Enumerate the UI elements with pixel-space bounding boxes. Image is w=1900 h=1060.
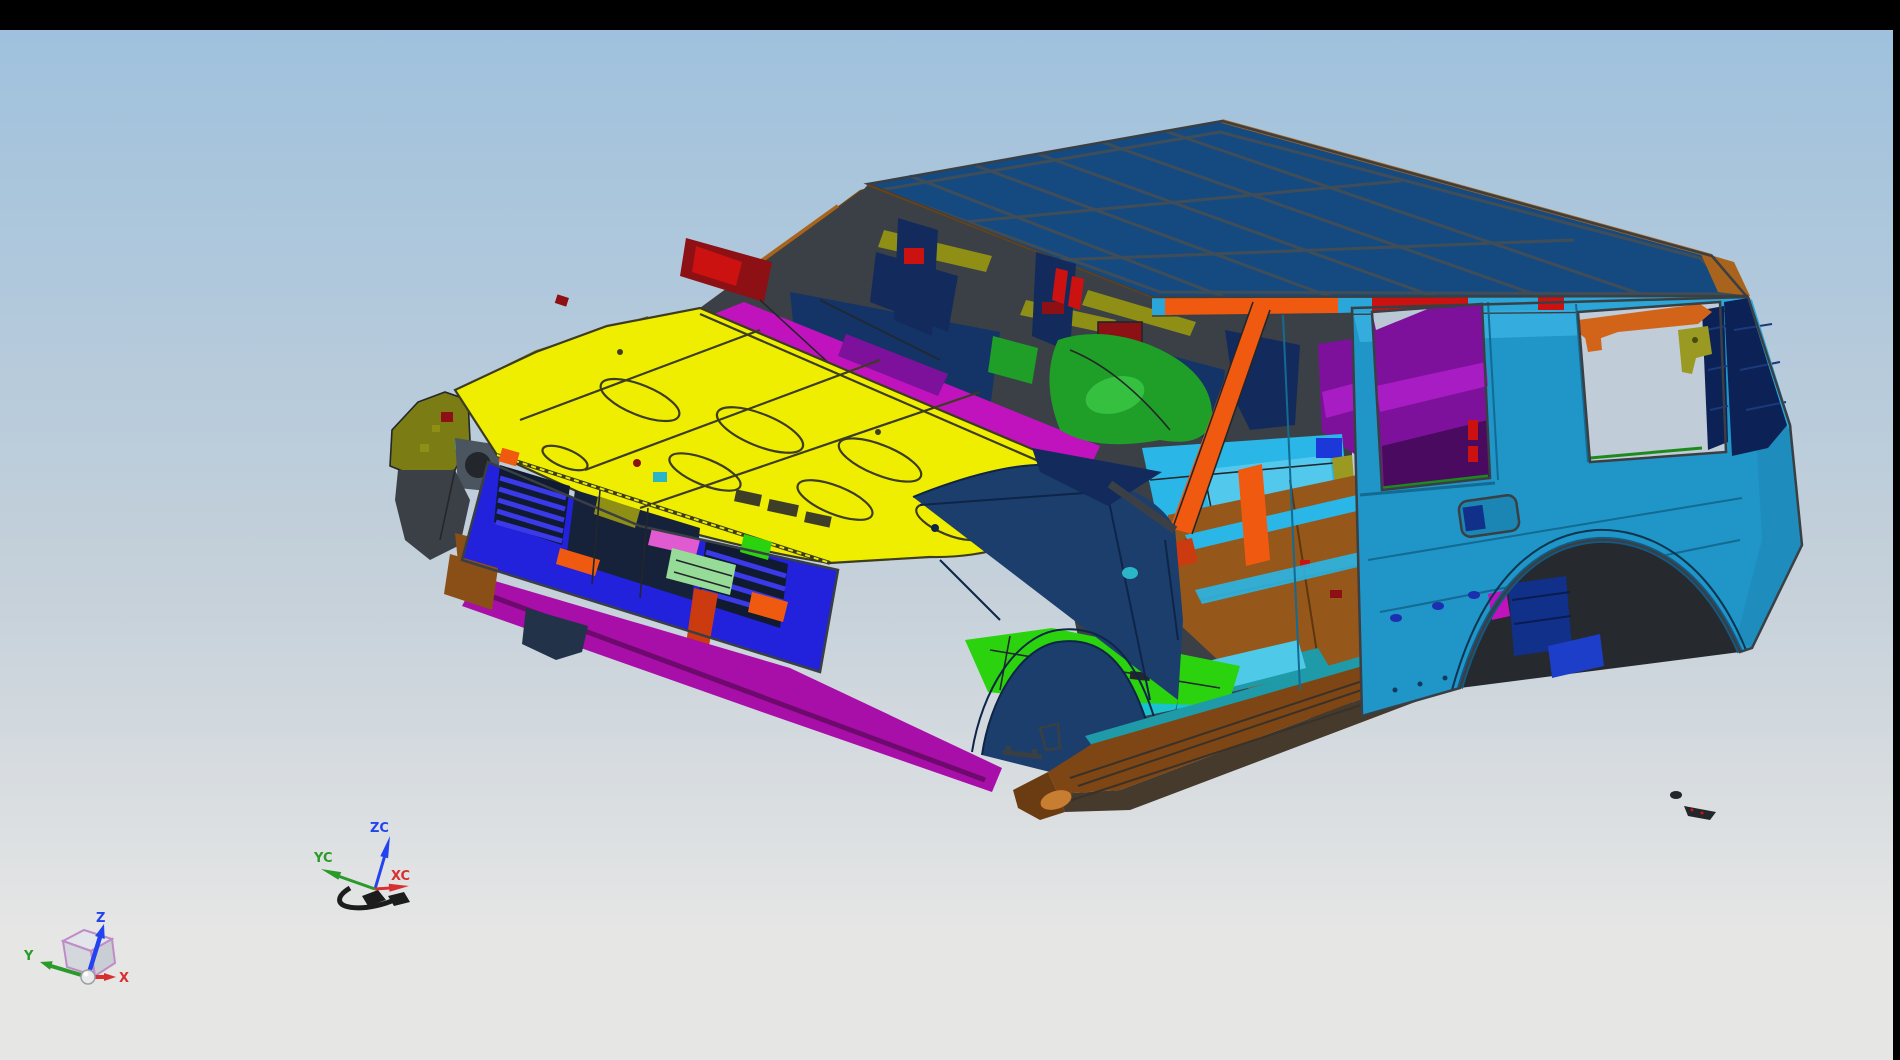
top-black-bar [0,0,1900,30]
door-handle-recess[interactable] [1458,494,1520,538]
triad-x-label: X [119,971,129,986]
wcs-z-label: ZC [370,821,389,836]
graphics-viewport[interactable]: ZC YC XC Z Y X [0,0,1900,1060]
rear-door-window[interactable] [1372,304,1490,490]
triad-origin-sphere[interactable] [81,970,95,984]
triad-y-label: Y [23,949,34,964]
wcs-y-label: YC [313,851,333,866]
quarter-window[interactable] [1578,302,1728,462]
cad-application-window: ZC YC XC Z Y X [0,0,1900,1060]
right-black-bar [1893,0,1900,1060]
far-corner-red-mark [441,412,453,422]
triad-z-label: Z [96,911,105,926]
wcs-x-label: XC [391,869,410,884]
